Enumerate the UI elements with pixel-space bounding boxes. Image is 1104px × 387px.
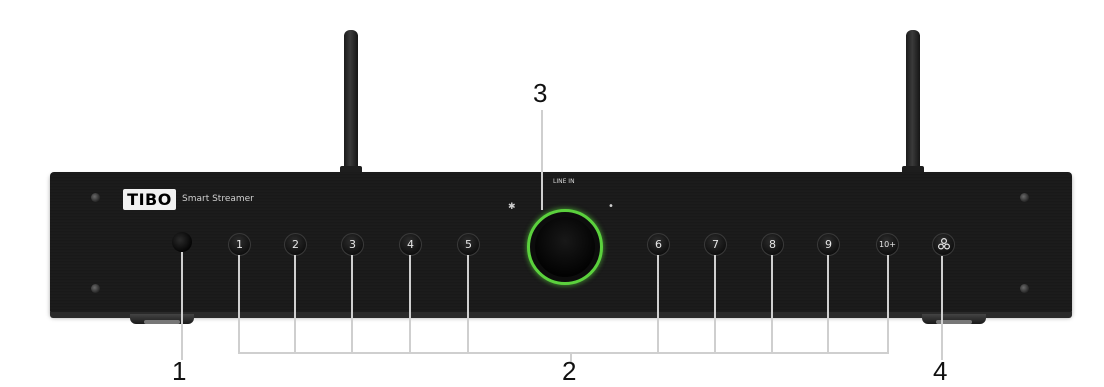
streamer-bottom-edge xyxy=(50,312,1072,318)
callout-bracket-horizontal xyxy=(238,352,889,354)
preset-button-8[interactable]: 8 xyxy=(761,233,784,256)
right-foot xyxy=(922,314,986,324)
volume-knob[interactable] xyxy=(527,209,603,285)
callout-tick xyxy=(771,255,773,353)
left-antenna xyxy=(344,30,358,175)
callout-number-3: 3 xyxy=(533,78,548,108)
preset-button-9[interactable]: 9 xyxy=(817,233,840,256)
callout-line-3 xyxy=(541,110,543,210)
screw xyxy=(91,193,100,202)
callout-tick xyxy=(238,255,240,353)
callout-line-4 xyxy=(941,256,943,360)
screw xyxy=(91,284,100,293)
source-icon xyxy=(937,237,950,250)
callout-number-1: 1 xyxy=(172,356,187,386)
preset-button-7[interactable]: 7 xyxy=(704,233,727,256)
preset-button-5[interactable]: 5 xyxy=(457,233,480,256)
callout-number-2: 2 xyxy=(562,356,577,386)
preset-button-6[interactable]: 6 xyxy=(647,233,670,256)
left-foot xyxy=(130,314,194,324)
preset-button-1[interactable]: 1 xyxy=(228,233,251,256)
line-in-label: LINE IN xyxy=(553,178,575,185)
callout-tick xyxy=(827,255,829,353)
callout-tick xyxy=(467,255,469,353)
bluetooth-icon: ✱ xyxy=(508,202,516,212)
preset-button-4[interactable]: 4 xyxy=(399,233,422,256)
callout-tick xyxy=(409,255,411,353)
callout-tick xyxy=(351,255,353,353)
preset-button-10-plus[interactable]: 10+ xyxy=(876,233,899,256)
screw xyxy=(1020,284,1029,293)
callout-tick xyxy=(657,255,659,353)
callout-tick xyxy=(887,255,889,353)
callout-line-1 xyxy=(181,252,183,360)
mode-button[interactable] xyxy=(932,233,955,256)
screw xyxy=(1020,193,1029,202)
wifi-icon: • xyxy=(608,201,614,212)
callout-tick xyxy=(294,255,296,353)
preset-button-3[interactable]: 3 xyxy=(341,233,364,256)
callout-tick xyxy=(714,255,716,353)
preset-button-2[interactable]: 2 xyxy=(284,233,307,256)
callout-number-4: 4 xyxy=(933,356,948,386)
brand-logo: TIBO xyxy=(123,189,176,210)
right-antenna xyxy=(906,30,920,175)
model-name: Smart Streamer xyxy=(182,194,254,204)
ir-sensor xyxy=(172,232,192,252)
